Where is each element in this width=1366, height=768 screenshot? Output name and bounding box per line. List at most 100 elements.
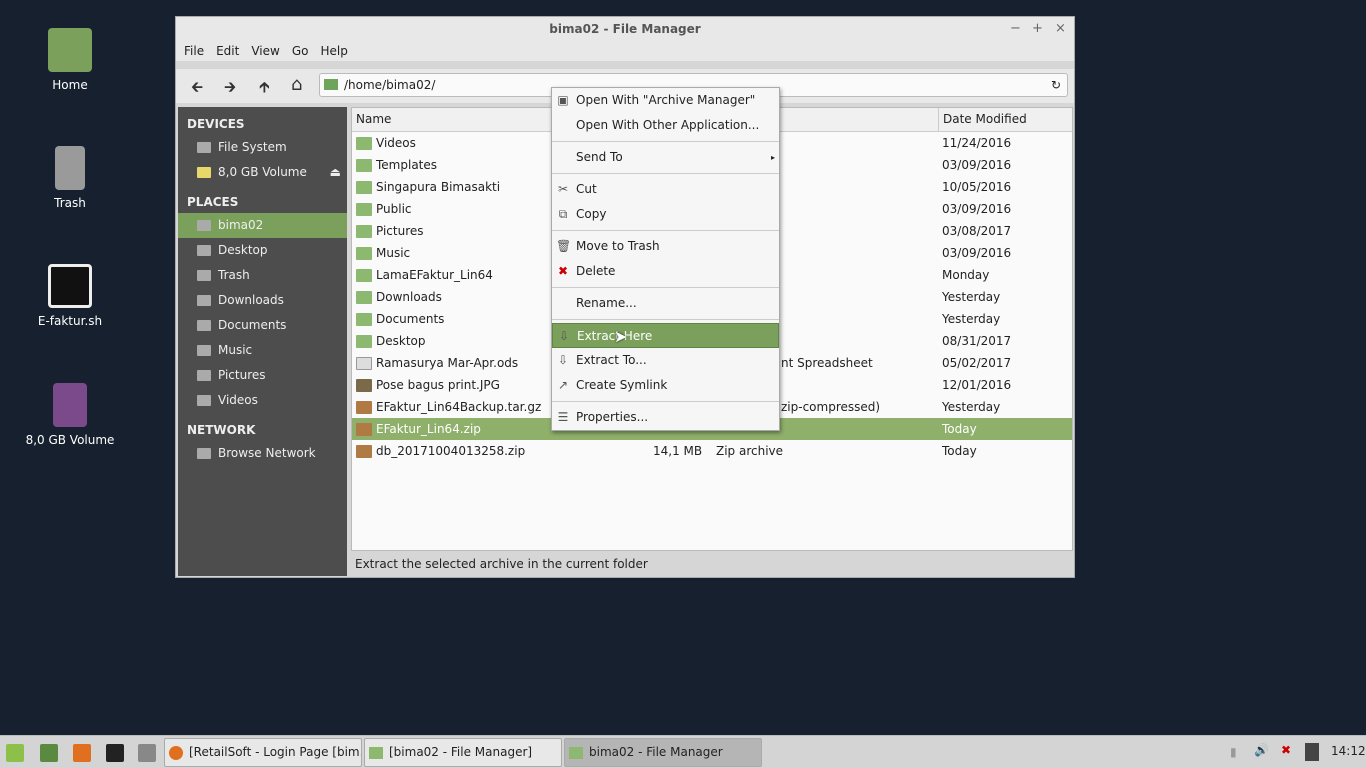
file-name: LamaEFaktur_Lin64: [376, 268, 493, 282]
up-arrow-icon[interactable]: 🡱: [259, 77, 270, 102]
folder-icon: [569, 747, 583, 759]
sidebar-item-downloads[interactable]: Downloads: [178, 288, 347, 313]
file-row[interactable]: db_20171004013258.zip 14,1 MB Zip archiv…: [352, 440, 1072, 462]
column-date-modified[interactable]: Date Modified: [938, 108, 1031, 131]
trash-icon: [55, 146, 85, 190]
desktop-icon-volume[interactable]: 8,0 GB Volume: [10, 383, 130, 447]
menu-view[interactable]: View: [245, 41, 285, 61]
sidebar-item-label: bima02: [218, 218, 264, 232]
sidebar-item-volume[interactable]: 8,0 GB Volume ⏏: [178, 160, 347, 185]
back-arrow-icon[interactable]: 🡰: [191, 77, 203, 102]
create-symlink-icon: ↗: [557, 378, 569, 392]
sidebar-item-bima02[interactable]: bima02: [178, 213, 347, 238]
menu-item-copy[interactable]: ⧉ Copy: [552, 202, 779, 227]
menu-edit[interactable]: Edit: [210, 41, 245, 61]
taskbar-button-label: [RetailSoft - Login Page [bim...: [189, 745, 362, 759]
folder-icon: [356, 159, 372, 172]
sidebar-item-file-system[interactable]: File System: [178, 135, 347, 160]
sidebar-item-trash[interactable]: Trash: [178, 263, 347, 288]
taskbar-button-retailsoft[interactable]: [RetailSoft - Login Page [bim...: [164, 738, 362, 767]
menu-go[interactable]: Go: [286, 41, 315, 61]
desktop-icon-trash[interactable]: Trash: [10, 146, 130, 210]
file-date: Yesterday: [942, 400, 1001, 414]
context-menu: ▣ Open With "Archive Manager" Open With Ot…: [551, 87, 780, 431]
menu-bar: File Edit View Go Help: [176, 41, 1074, 61]
minimize-button[interactable]: −: [1010, 21, 1021, 36]
home-folder-icon: [48, 28, 92, 72]
extract-to-icon: ⇩: [557, 353, 569, 367]
menu-item-properties[interactable]: ☰ Properties...: [552, 405, 779, 430]
home-icon: [197, 220, 211, 231]
desktop-icon-efaktur[interactable]: E-faktur.sh: [10, 264, 130, 328]
update-shield-icon[interactable]: ✖: [1281, 743, 1291, 757]
reload-icon[interactable]: ↻: [1051, 74, 1061, 96]
menu-item-extract-to[interactable]: ⇩ Extract To...: [552, 348, 779, 373]
folder-icon: [369, 747, 383, 759]
file-date: Today: [942, 444, 977, 458]
terminal-icon[interactable]: [106, 744, 124, 762]
volume-icon[interactable]: 🔊: [1254, 743, 1269, 757]
drive-icon: [197, 142, 211, 153]
menu-item-label: Create Symlink: [576, 378, 668, 392]
menu-item-cut[interactable]: ✂ Cut: [552, 177, 779, 202]
sidebar-item-pictures[interactable]: Pictures: [178, 363, 347, 388]
menu-item-send-to[interactable]: Send To ▸: [552, 145, 779, 170]
folder-icon: [356, 291, 372, 304]
firefox-icon[interactable]: [73, 744, 91, 762]
sidebar-item-label: 8,0 GB Volume: [218, 165, 307, 179]
maximize-button[interactable]: +: [1032, 21, 1043, 36]
home-icon[interactable]: ⌂: [291, 74, 302, 95]
menu-item-move-to-trash[interactable]: 🗑 Move to Trash: [552, 234, 779, 259]
menu-item-label: Delete: [576, 264, 616, 278]
file-name: Music: [376, 246, 411, 260]
menu-item-create-symlink[interactable]: ↗ Create Symlink: [552, 373, 779, 398]
clock[interactable]: 14:12: [1331, 744, 1366, 758]
forward-arrow-icon[interactable]: 🡲: [224, 77, 236, 102]
file-type: Zip archive: [716, 444, 784, 458]
status-bar: Extract the selected archive in the curr…: [355, 557, 648, 571]
file-name: EFaktur_Lin64Backup.tar.gz: [376, 400, 542, 414]
sidebar-item-desktop[interactable]: Desktop: [178, 238, 347, 263]
menu-item-extract-here[interactable]: ⇩ Extract Here: [552, 323, 779, 348]
sidebar-item-label: Trash: [218, 268, 250, 282]
network-signal-icon[interactable]: ▮: [1230, 745, 1237, 759]
menu-separator: [552, 173, 779, 174]
file-name: Pose bagus print.JPG: [376, 378, 500, 392]
folder-icon: [356, 203, 372, 216]
sidebar-item-label: Videos: [218, 393, 258, 407]
sidebar-item-label: Documents: [218, 318, 287, 332]
file-name: Ramasurya Mar-Apr.ods: [376, 356, 519, 370]
sidebar-item-documents[interactable]: Documents: [178, 313, 347, 338]
home-folder-icon: [324, 79, 338, 90]
sidebar-item-label: Desktop: [218, 243, 268, 257]
desktop-icon-home[interactable]: Home: [10, 28, 130, 92]
taskbar-button-file-manager-1[interactable]: [bima02 - File Manager]: [364, 738, 562, 767]
menu-separator: [552, 287, 779, 288]
file-name: Videos: [376, 136, 416, 150]
menu-item-label: Extract To...: [576, 353, 647, 367]
mint-menu-icon[interactable]: [6, 744, 24, 762]
menu-item-open-with-archive-manager[interactable]: ▣ Open With "Archive Manager": [552, 88, 779, 113]
menu-item-rename[interactable]: Rename...: [552, 291, 779, 316]
menu-item-delete[interactable]: ✖ Delete: [552, 259, 779, 284]
menu-file[interactable]: File: [178, 41, 210, 61]
show-desktop-icon[interactable]: [40, 744, 58, 762]
menu-help[interactable]: Help: [314, 41, 353, 61]
sidebar-item-videos[interactable]: Videos: [178, 388, 347, 413]
column-name[interactable]: Name: [356, 112, 391, 126]
printer-icon[interactable]: [1305, 743, 1319, 761]
file-name: db_20171004013258.zip: [376, 444, 526, 458]
eject-icon[interactable]: ⏏: [330, 160, 341, 185]
taskbar-button-file-manager-2[interactable]: bima02 - File Manager: [564, 738, 762, 767]
sidebar-item-browse-network[interactable]: Browse Network: [178, 441, 347, 466]
close-button[interactable]: ×: [1055, 21, 1066, 36]
title-bar[interactable]: bima02 - File Manager: [176, 17, 1074, 41]
sidebar: DEVICES File System 8,0 GB Volume ⏏ PLACE…: [178, 107, 347, 576]
menu-item-label: Properties...: [576, 410, 649, 424]
menu-item-open-with-other-application[interactable]: Open With Other Application...: [552, 113, 779, 138]
sidebar-item-music[interactable]: Music: [178, 338, 347, 363]
folder-icon: [197, 370, 211, 381]
folder-icon: [197, 395, 211, 406]
usb-drive-icon: [53, 383, 87, 427]
file-manager-launcher-icon[interactable]: [138, 744, 156, 762]
